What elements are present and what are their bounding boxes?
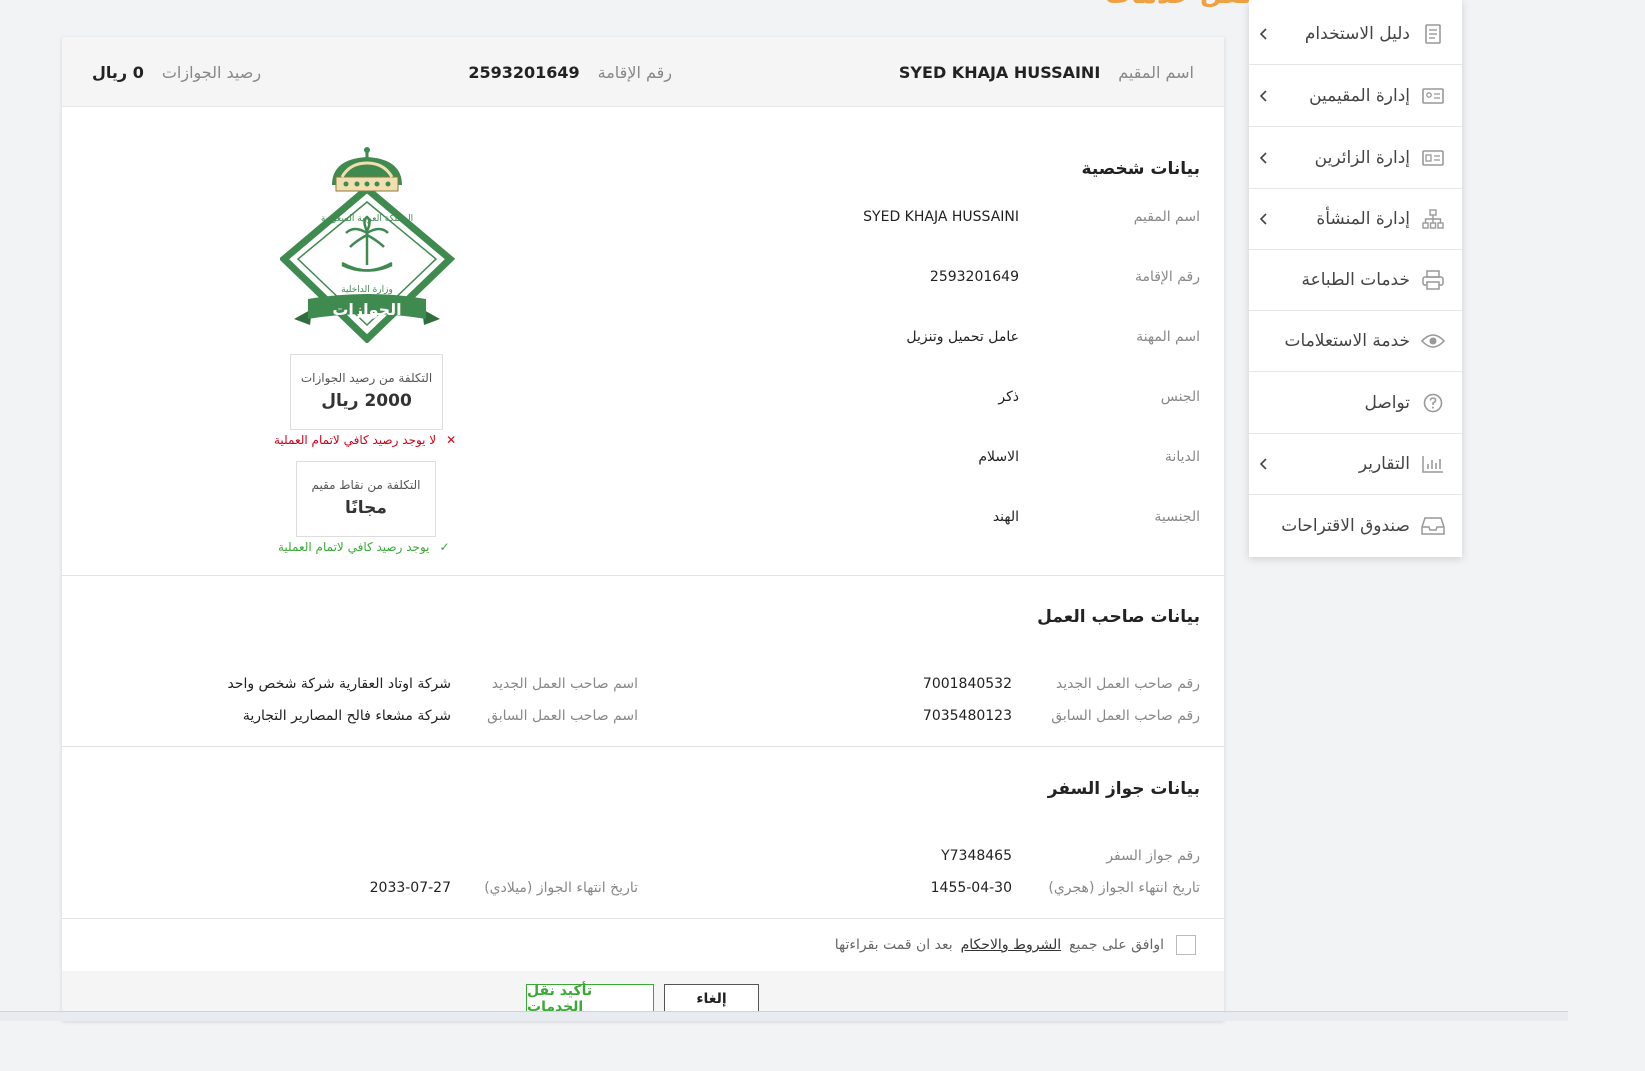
- field-label: اسم المهنة: [1136, 329, 1200, 345]
- header-iqama: رقم الإقامة 2593201649: [468, 62, 672, 82]
- confirm-transfer-button[interactable]: تأكيد نقل الخدمات: [526, 983, 654, 1015]
- field-value: شركة اوتاد العقارية شركة شخص واحد: [227, 676, 451, 692]
- section-divider: [62, 746, 1224, 747]
- field-label: اسم المقيم: [1133, 209, 1200, 225]
- field-value: الهند: [992, 509, 1019, 525]
- chevron-left-icon: [1259, 458, 1267, 470]
- sidebar-item-label: دليل الاستخدام: [1304, 24, 1410, 44]
- field-label: تاريخ انتهاء الجواز (ميلادي): [484, 880, 638, 896]
- jawazat-cost-label: التكلفة من رصيد الجوازات: [300, 371, 433, 385]
- field-value: 7001840532: [922, 676, 1012, 692]
- field-value: SYED KHAJA HUSSAINI: [863, 209, 1019, 225]
- personal-section-title: بيانات شخصية: [1081, 159, 1200, 179]
- field-label: اسم صاحب العمل الجديد: [491, 676, 638, 692]
- field-label: رقم جواز السفر: [1106, 848, 1200, 864]
- sidebar-item-label: التقارير: [1358, 454, 1410, 474]
- field-value: 2033-07-27: [369, 880, 451, 896]
- employer-section-title: بيانات صاحب العمل: [1037, 607, 1200, 627]
- sidebar-item-label: خدمة الاستعلامات: [1284, 331, 1410, 351]
- org-chart-icon: [1420, 208, 1446, 230]
- sidebar-item-inquiries[interactable]: خدمة الاستعلامات: [1249, 311, 1462, 372]
- sidebar-item-label: إدارة المقيمين: [1309, 86, 1410, 106]
- field-value: الاسلام: [978, 449, 1019, 465]
- field-value: شركة مشعاء فالح المصارير التجارية: [242, 708, 451, 724]
- jawazat-cost-box: التكلفة من رصيد الجوازات 2000 ريال: [290, 354, 443, 430]
- field-value: 2593201649: [929, 269, 1019, 285]
- sidebar-item-label: صندوق الاقتراحات: [1281, 515, 1410, 536]
- field-label: تاريخ انتهاء الجواز (هجري): [1048, 880, 1200, 896]
- eye-icon: [1420, 330, 1446, 352]
- help-circle-icon: [1420, 392, 1446, 414]
- field-label: رقم صاحب العمل السابق: [1051, 708, 1200, 724]
- logo-text-mid: وزارة الداخلية: [341, 285, 393, 295]
- chevron-left-icon: [1259, 152, 1267, 164]
- field-value: Y7348465: [941, 848, 1012, 864]
- field-label: الديانة: [1164, 449, 1200, 465]
- inbox-icon: [1420, 515, 1446, 537]
- chevron-left-icon: [1259, 90, 1267, 102]
- field-value: 7035480123: [922, 708, 1012, 724]
- horizontal-scrollbar[interactable]: [0, 1011, 1568, 1021]
- chevron-left-icon: [1259, 28, 1267, 40]
- field-value: ذكر: [998, 389, 1019, 405]
- printer-icon: [1420, 269, 1446, 291]
- x-icon: ✕: [446, 433, 457, 447]
- field-label: الجنس: [1160, 389, 1200, 405]
- field-value: عامل تحميل وتنزيل: [906, 329, 1019, 345]
- points-cost-amount: مجانًا: [345, 498, 387, 518]
- field-label: رقم صاحب العمل الجديد: [1055, 676, 1200, 692]
- section-divider: [62, 575, 1224, 576]
- header-resident-name: اسم المقيم SYED KHAJA HUSSAINI: [898, 62, 1194, 82]
- sidebar-item-printing[interactable]: خدمات الطباعة: [1249, 250, 1462, 311]
- sidebar-item-label: تواصل: [1364, 393, 1410, 413]
- passport-section-title: بيانات جواز السفر: [1047, 779, 1200, 799]
- service-transfer-card: اسم المقيم SYED KHAJA HUSSAINI رقم الإقا…: [62, 37, 1224, 1021]
- sidebar-item-establishment[interactable]: إدارة المنشأة: [1249, 189, 1462, 250]
- resident-summary-header: اسم المقيم SYED KHAJA HUSSAINI رقم الإقا…: [62, 37, 1224, 107]
- chevron-left-icon: [1259, 213, 1267, 225]
- sidebar-item-contact[interactable]: تواصل: [1249, 373, 1462, 434]
- sidebar-item-residents[interactable]: إدارة المقيمين: [1249, 66, 1462, 127]
- page-title: نقل خدمات: [1105, 0, 1251, 10]
- id-card-icon: [1420, 85, 1446, 107]
- header-balance: رصيد الجوازات 0 ريال: [92, 62, 262, 82]
- check-icon: ✓: [439, 540, 450, 554]
- terms-checkbox[interactable]: [1176, 935, 1196, 955]
- field-value: 1455-04-30: [930, 880, 1012, 896]
- sidebar-menu: دليل الاستخدام إدارة المقيمين إدارة الزا…: [1249, 0, 1462, 557]
- terms-agreement: اوافق على جميع الشروط والاحكام بعد ان قم…: [62, 919, 1224, 971]
- visitor-card-icon: [1420, 147, 1446, 169]
- points-sufficient-msg: ✓ يوجد رصيد كافي لاتمام العملية: [278, 540, 450, 554]
- terms-link[interactable]: الشروط والاحكام: [961, 937, 1061, 953]
- jawazat-cost-amount: 2000 ريال: [321, 391, 412, 411]
- points-cost-box: التكلفة من نقاط مقيم مجانًا: [296, 461, 436, 537]
- bar-chart-icon: [1420, 453, 1446, 475]
- sidebar-item-suggestions[interactable]: صندوق الاقتراحات: [1249, 495, 1462, 556]
- sidebar-item-user-guide[interactable]: دليل الاستخدام: [1249, 4, 1462, 65]
- cancel-button[interactable]: إلغاء: [664, 984, 759, 1014]
- sidebar-item-label: إدارة الزائرين: [1314, 148, 1410, 168]
- sidebar-item-visitors[interactable]: إدارة الزائرين: [1249, 128, 1462, 189]
- field-label: رقم الإقامة: [1134, 269, 1200, 285]
- points-cost-label: التكلفة من نقاط مقيم: [311, 478, 421, 492]
- field-label: الجنسية: [1154, 509, 1200, 525]
- sidebar-item-label: خدمات الطباعة: [1301, 270, 1410, 290]
- sidebar-item-reports[interactable]: التقارير: [1249, 434, 1462, 495]
- field-label: اسم صاحب العمل السابق: [487, 708, 638, 724]
- jawazat-logo: المملكة العربية السعودية وزارة الداخلية …: [280, 147, 455, 343]
- sidebar-item-label: إدارة المنشأة: [1316, 209, 1410, 229]
- document-icon: [1420, 23, 1446, 45]
- jawazat-insufficient-msg: ✕ لا يوجد رصيد كافي لاتمام العملية: [274, 433, 457, 447]
- logo-banner-text: الجوازات: [332, 300, 401, 319]
